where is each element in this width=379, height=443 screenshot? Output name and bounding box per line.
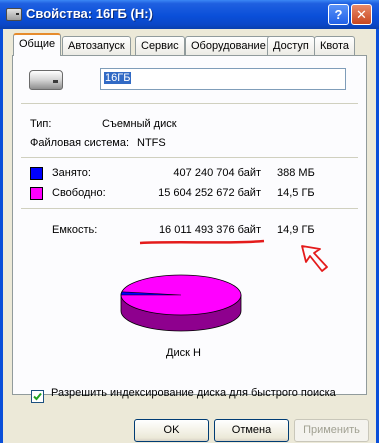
capacity-size: 14,9 ГБ (277, 224, 315, 236)
title-bar[interactable]: Свойства: 16ГБ (H:) ? ✕ (0, 0, 379, 29)
arrow-annotation (301, 245, 328, 272)
separator (21, 103, 358, 104)
capacity-label: Емкость: (52, 224, 98, 236)
used-color-swatch (30, 167, 43, 180)
tab-hardware[interactable]: Оборудование (185, 36, 272, 55)
window-title: Свойства: 16ГБ (H:) (26, 6, 153, 21)
capacity-bytes: 16 011 493 376 байт (158, 224, 261, 236)
tab-quota[interactable]: Квота (314, 36, 356, 55)
filesystem-label: Файловая система: (30, 137, 130, 149)
tab-tools[interactable]: Сервис (135, 36, 185, 55)
index-checkbox-label[interactable]: Разрешить индексирование диска для быстр… (51, 387, 336, 399)
drive-name-text: 16ГБ (104, 72, 132, 84)
used-label: Занято: (52, 167, 91, 179)
ok-button[interactable]: OK (134, 419, 209, 442)
free-label: Свободно: (52, 187, 106, 199)
disk-label: Диск H (166, 347, 201, 359)
drive-name-input[interactable]: 16ГБ (100, 68, 346, 90)
general-panel: 16ГБ Тип: Съемный диск Файловая система:… (12, 55, 367, 399)
type-label: Тип: (30, 118, 52, 130)
tab-general[interactable]: Общие (13, 33, 62, 56)
tab-sharing[interactable]: Доступ (267, 36, 315, 55)
used-size: 388 МБ (277, 167, 315, 179)
separator (21, 157, 358, 158)
free-size: 14,5 ГБ (277, 187, 315, 199)
index-checkbox[interactable] (31, 390, 44, 403)
disk-usage-pie (120, 274, 242, 332)
free-color-swatch (30, 187, 43, 200)
cancel-button[interactable]: Отмена (214, 419, 289, 442)
checkmark-icon (33, 392, 42, 401)
help-button[interactable]: ? (328, 4, 349, 25)
removable-drive-icon (29, 70, 63, 90)
properties-dialog: Общие Автозапуск Сервис Оборудование Дос… (0, 29, 379, 443)
close-button[interactable]: ✕ (351, 4, 372, 25)
apply-button[interactable]: Применить (294, 419, 369, 442)
used-bytes: 407 240 704 байт (173, 167, 261, 179)
drive-icon (6, 8, 22, 21)
tab-autoplay[interactable]: Автозапуск (62, 36, 131, 55)
type-value: Съемный диск (102, 118, 177, 130)
free-bytes: 15 604 252 672 байт (158, 187, 261, 199)
separator (21, 208, 358, 209)
filesystem-value: NTFS (137, 137, 166, 149)
capacity-underline-annotation (139, 239, 265, 245)
